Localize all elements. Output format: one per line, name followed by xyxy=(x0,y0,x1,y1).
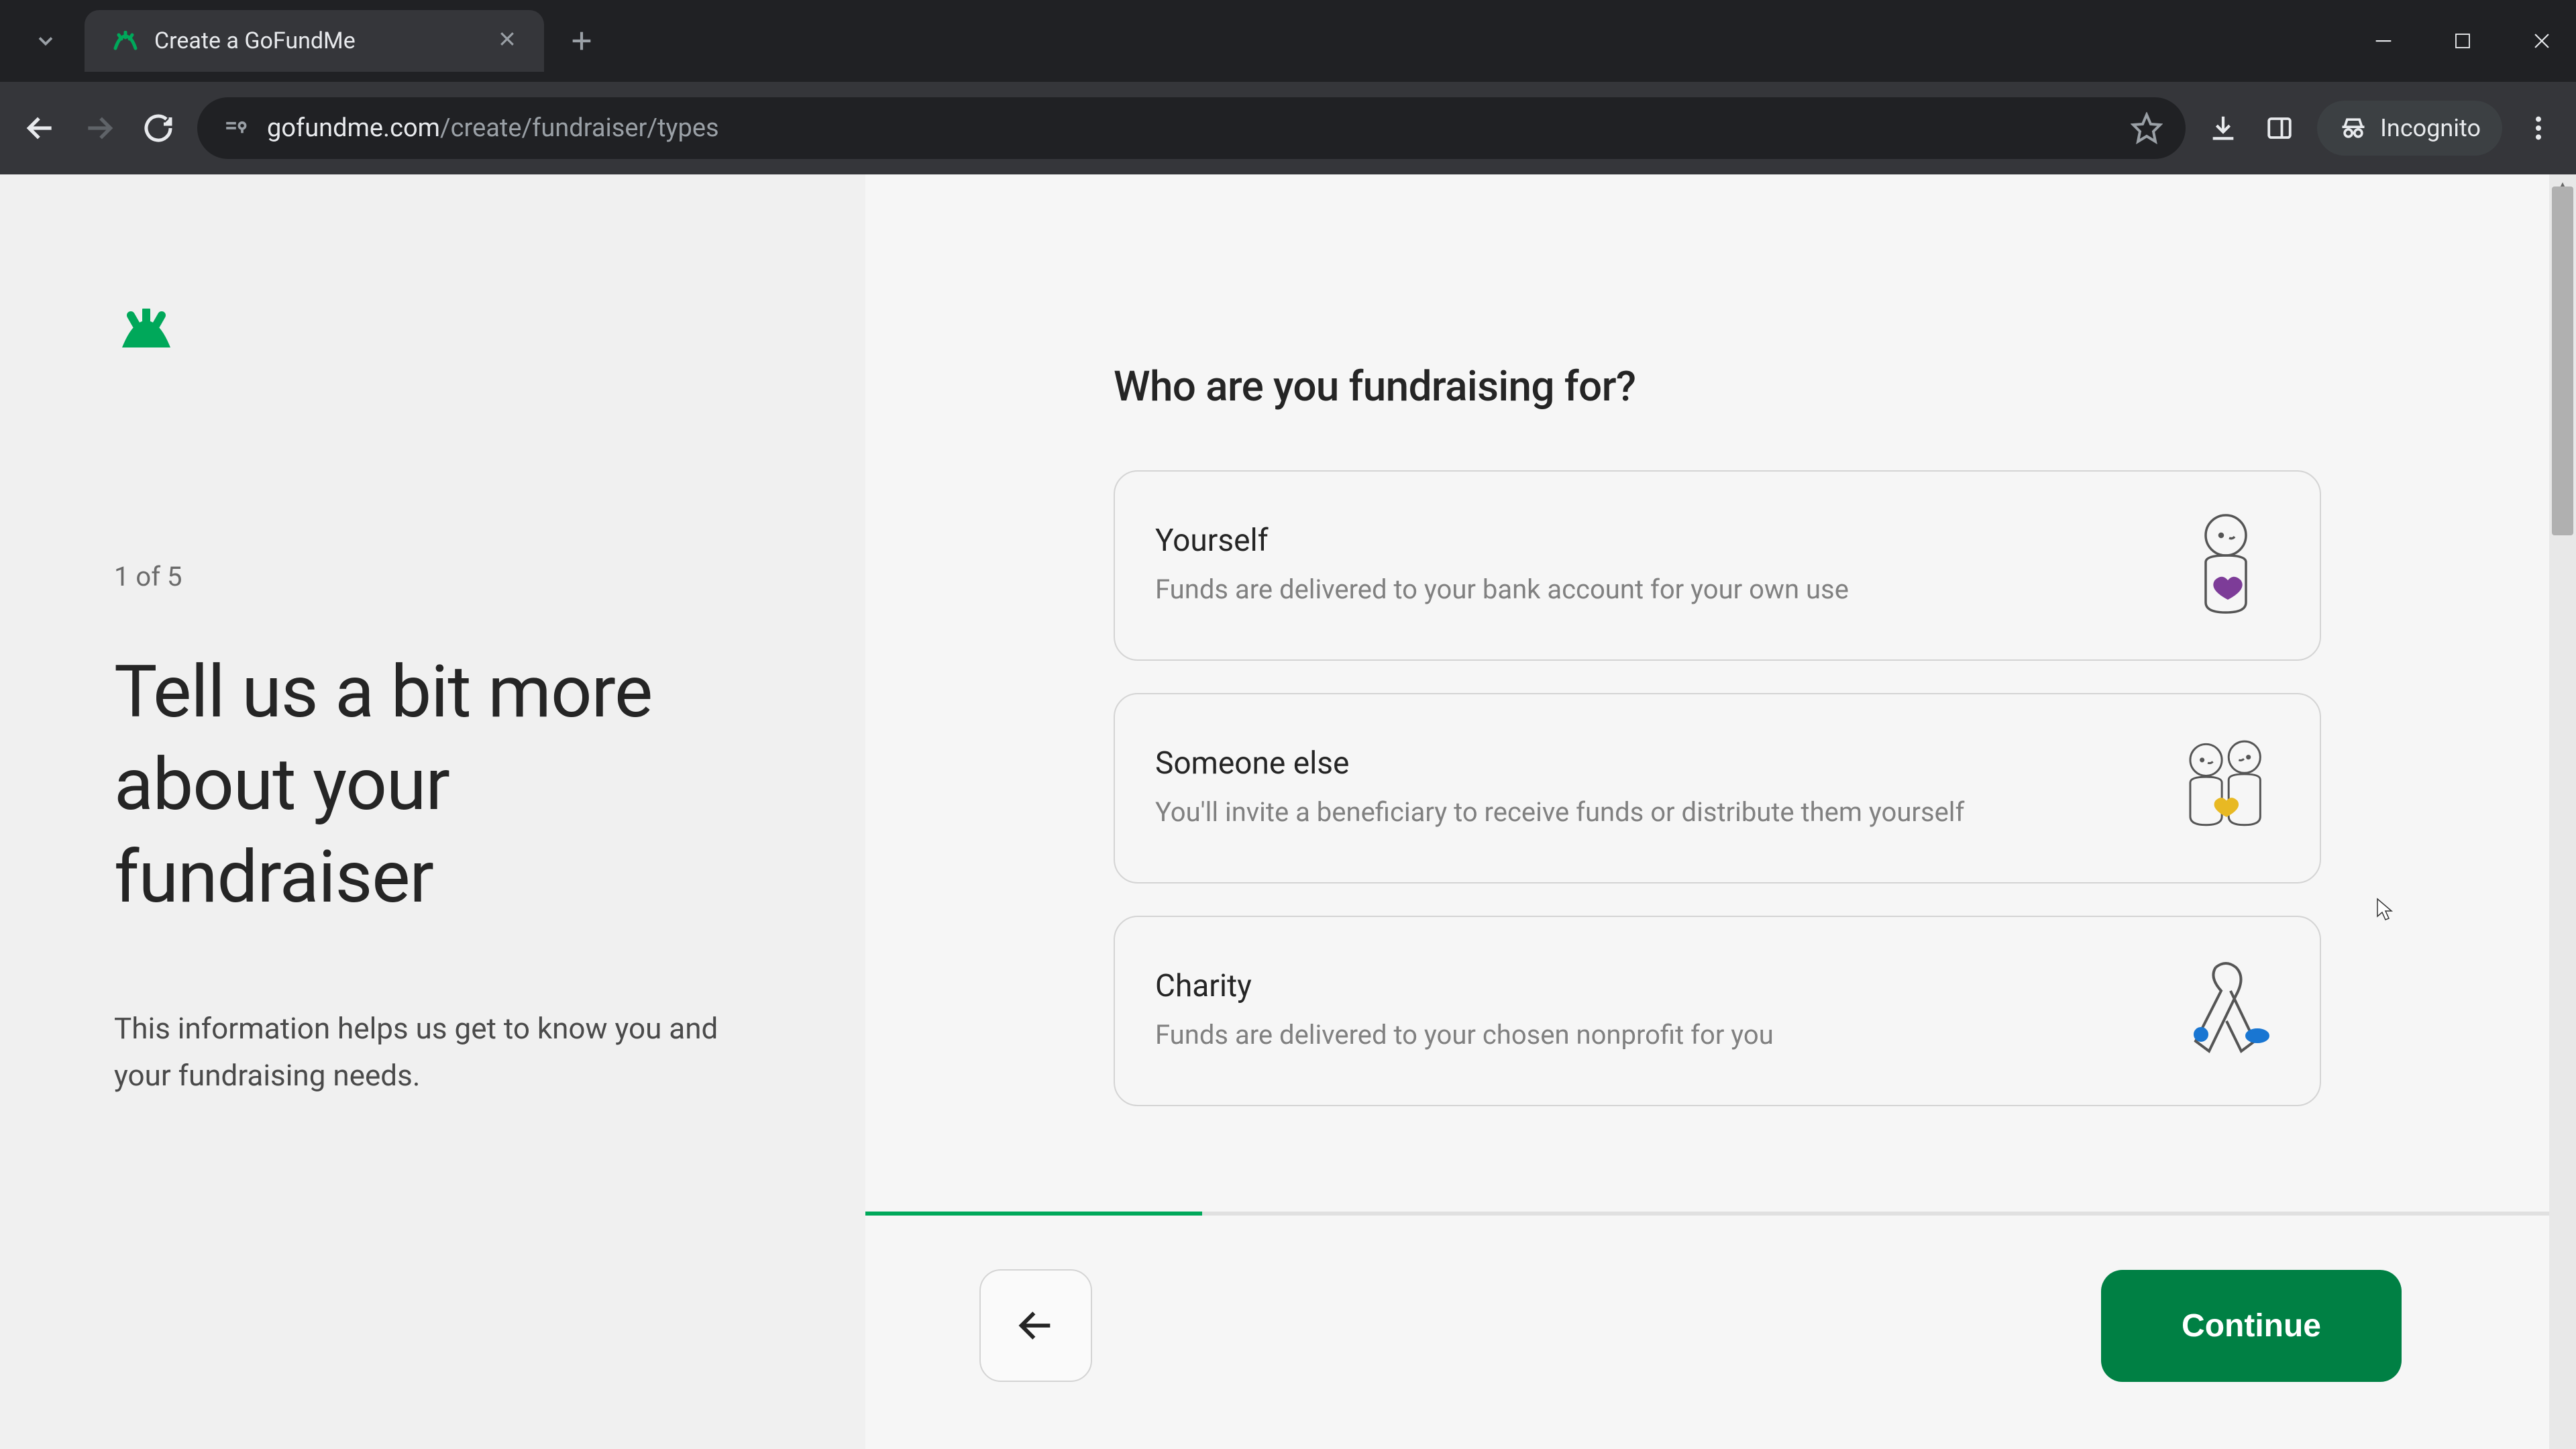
question-heading: Who are you fundraising for? xyxy=(1114,362,2321,411)
window-controls xyxy=(2364,21,2561,60)
tabs-dropdown-button[interactable] xyxy=(12,7,79,74)
option-someone-else[interactable]: Someone else You'll invite a beneficiary… xyxy=(1114,693,2321,883)
minimize-button[interactable] xyxy=(2364,21,2403,60)
url-text: gofundme.com/create/fundraiser/types xyxy=(267,113,2113,143)
progress-fill xyxy=(865,1212,1202,1216)
continue-button[interactable]: Continue xyxy=(2101,1270,2402,1382)
page-headline: Tell us a bit more about your fundraiser xyxy=(114,646,751,924)
incognito-badge[interactable]: Incognito xyxy=(2317,101,2502,156)
option-title: Someone else xyxy=(1155,745,2139,782)
gofundme-logo-icon xyxy=(114,309,178,373)
maximize-button[interactable] xyxy=(2443,21,2482,60)
back-button[interactable] xyxy=(20,108,60,148)
site-info-icon[interactable] xyxy=(219,112,251,144)
sidebar: 1 of 5 Tell us a bit more about your fun… xyxy=(0,174,865,1449)
option-title: Yourself xyxy=(1155,523,2139,559)
option-desc: You'll invite a beneficiary to receive f… xyxy=(1155,794,2139,831)
option-desc: Funds are delivered to your chosen nonpr… xyxy=(1155,1016,2139,1054)
gofundme-favicon-icon xyxy=(111,27,140,55)
browser-tab[interactable]: Create a GoFundMe xyxy=(85,10,544,72)
scrollbar-thumb[interactable] xyxy=(2552,186,2573,535)
option-charity[interactable]: Charity Funds are delivered to your chos… xyxy=(1114,916,2321,1106)
incognito-label: Incognito xyxy=(2380,114,2481,142)
tab-title: Create a GoFundMe xyxy=(154,28,484,54)
progress-bar xyxy=(865,1212,2549,1216)
tab-bar: Create a GoFundMe xyxy=(0,0,2576,82)
footer-controls: Continue xyxy=(979,1269,2402,1382)
address-bar: gofundme.com/create/fundraiser/types Inc… xyxy=(0,82,2576,174)
option-desc: Funds are delivered to your bank account… xyxy=(1155,571,2139,608)
close-window-button[interactable] xyxy=(2522,21,2561,60)
new-tab-button[interactable] xyxy=(555,14,608,68)
page-subhead: This information helps us get to know yo… xyxy=(114,1005,751,1099)
reload-button[interactable] xyxy=(138,108,178,148)
someone-else-icon xyxy=(2172,735,2279,842)
browser-menu-icon[interactable] xyxy=(2521,115,2556,142)
yourself-icon xyxy=(2172,512,2279,619)
step-counter: 1 of 5 xyxy=(114,561,751,592)
charity-ribbon-icon xyxy=(2172,957,2279,1065)
downloads-icon[interactable] xyxy=(2204,109,2242,147)
back-step-button[interactable] xyxy=(979,1269,1092,1382)
option-yourself[interactable]: Yourself Funds are delivered to your ban… xyxy=(1114,470,2321,661)
forward-button[interactable] xyxy=(79,108,119,148)
tab-close-button[interactable] xyxy=(497,28,517,54)
side-panel-icon[interactable] xyxy=(2261,109,2298,147)
url-bar[interactable]: gofundme.com/create/fundraiser/types xyxy=(197,97,2186,159)
browser-chrome: Create a GoFundMe xyxy=(0,0,2576,174)
option-title: Charity xyxy=(1155,968,2139,1004)
bookmark-star-icon[interactable] xyxy=(2129,111,2164,146)
main-panel: Who are you fundraising for? Yourself Fu… xyxy=(865,174,2549,1449)
page-content: 1 of 5 Tell us a bit more about your fun… xyxy=(0,174,2549,1449)
